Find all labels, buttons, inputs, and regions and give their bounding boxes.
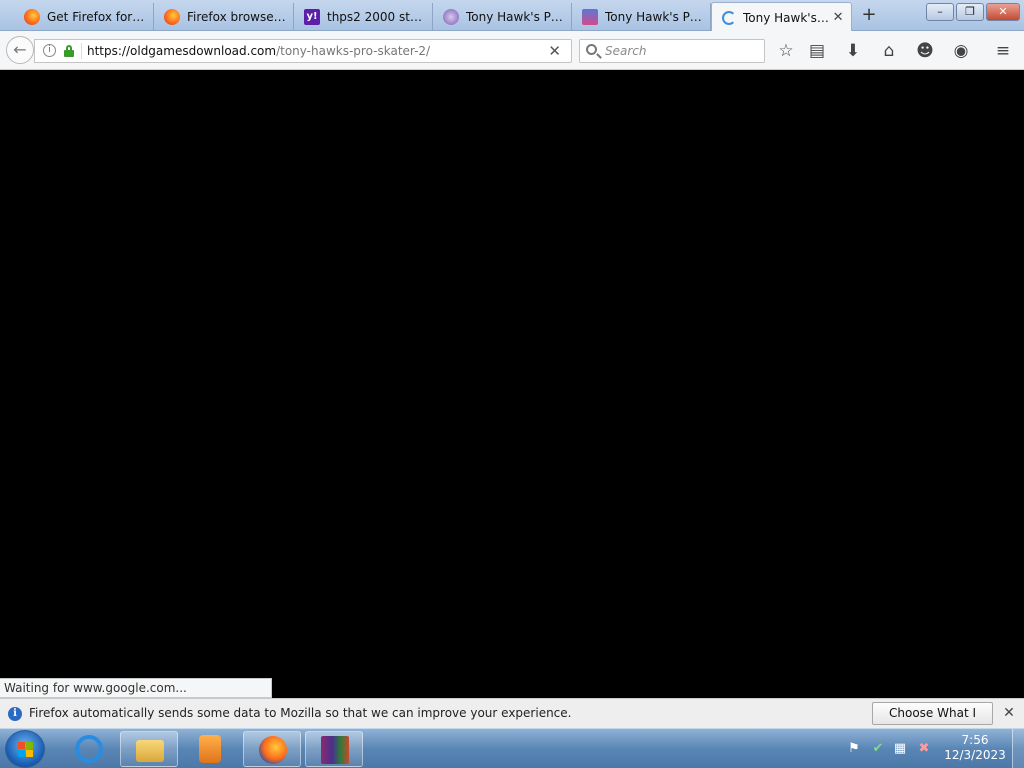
tab-5[interactable]: Tony Hawk's Pro...	[572, 3, 711, 31]
downloads-button[interactable]: ⬇	[840, 38, 866, 64]
start-button[interactable]	[5, 730, 45, 768]
tab-title: Get Firefox for de...	[47, 10, 147, 24]
status-panel: Waiting for www.google.com...	[0, 678, 272, 698]
taskbar-windows-explorer[interactable]	[120, 731, 178, 767]
show-desktop-button[interactable]	[1012, 729, 1024, 768]
minimize-button[interactable]: –	[926, 3, 954, 21]
close-tab-icon[interactable]: ✕	[831, 10, 845, 25]
loading-spinner-icon	[722, 10, 736, 25]
site-info-icon[interactable]: i	[43, 44, 56, 57]
close-notification-icon[interactable]: ✕	[1001, 705, 1017, 721]
new-tab-button[interactable]: +	[859, 5, 879, 25]
windows-logo-icon	[18, 742, 34, 758]
url-text[interactable]: https://oldgamesdownload.com/tony-hawks-…	[87, 44, 430, 58]
taskbar-internet-explorer[interactable]	[60, 731, 118, 767]
pocket-button[interactable]: ◉	[948, 38, 974, 64]
internet-explorer-icon	[75, 735, 103, 763]
tab-title: thps2 2000 stea...	[327, 10, 426, 24]
url-path: /tony-hawks-pro-skater-2/	[276, 44, 431, 58]
tab-1[interactable]: Get Firefox for de...	[14, 3, 154, 31]
game-icon	[582, 9, 598, 25]
windows-explorer-icon	[136, 740, 164, 762]
firefox-icon	[164, 9, 180, 25]
firefox-icon	[259, 736, 287, 764]
system-clock[interactable]: 7:56 12/3/2023	[944, 733, 1006, 763]
action-center-flag-icon[interactable]: ⚑	[846, 741, 862, 757]
system-tray: ⚑ ✔ ▦ ✖	[840, 737, 940, 761]
search-placeholder: Search	[605, 44, 647, 58]
tab-2[interactable]: Firefox browser f...	[154, 3, 294, 31]
bookmark-star-button[interactable]: ☆	[773, 38, 799, 64]
taskbar: ⚑ ✔ ▦ ✖ 7:56 12/3/2023	[0, 728, 1024, 768]
page-content[interactable]	[0, 71, 1024, 698]
tab-4[interactable]: Tony Hawk's Pro...	[433, 3, 572, 31]
yahoo-icon: y!	[304, 9, 320, 25]
firefox-icon	[24, 9, 40, 25]
lock-icon[interactable]	[64, 45, 74, 57]
tab-title: Tony Hawk's Pro...	[605, 10, 704, 24]
search-icon	[586, 44, 597, 55]
divider	[81, 43, 82, 59]
taskbar-media-player[interactable]	[181, 731, 239, 767]
tab-3[interactable]: y! thps2 2000 stea...	[294, 3, 433, 31]
site-icon	[443, 9, 459, 25]
choose-what-i-share-button[interactable]: Choose What I Share	[872, 702, 993, 741]
hello-button[interactable]: ☻	[912, 38, 938, 64]
tab-strip: Get Firefox for de... Firefox browser f.…	[0, 0, 1024, 32]
taskbar-firefox[interactable]	[243, 731, 301, 767]
info-icon: i	[8, 707, 22, 721]
tab-title: Tony Hawk's Pro...	[466, 10, 565, 24]
close-window-button[interactable]: ✕	[986, 3, 1020, 21]
navigation-toolbar: ← i https://oldgamesdownload.com/tony-ha…	[0, 31, 1024, 70]
back-button[interactable]: ←	[6, 36, 34, 64]
restore-button[interactable]: ❐	[956, 3, 984, 21]
clock-time: 7:56	[961, 733, 989, 747]
taskbar-winrar[interactable]	[305, 731, 363, 767]
search-box[interactable]: Search	[579, 39, 765, 63]
url-bar[interactable]: i https://oldgamesdownload.com/tony-hawk…	[34, 39, 572, 63]
tab-6-active[interactable]: Tony Hawk's ... ✕	[711, 2, 852, 32]
tab-title: Tony Hawk's ...	[743, 10, 832, 25]
stop-loading-button[interactable]: ✕	[548, 42, 561, 60]
notification-bar: i Firefox automatically sends some data …	[0, 698, 1024, 741]
reading-list-button[interactable]: ▤	[804, 38, 830, 64]
security-icon[interactable]: ✔	[870, 741, 886, 757]
network-icon[interactable]: ▦	[892, 741, 908, 757]
menu-button[interactable]: ≡	[990, 38, 1016, 64]
winrar-icon	[321, 736, 349, 764]
home-button[interactable]: ⌂	[876, 38, 902, 64]
clock-date: 12/3/2023	[944, 748, 1006, 762]
tab-title: Firefox browser f...	[187, 10, 287, 24]
media-player-icon	[199, 735, 221, 763]
notification-message: Firefox automatically sends some data to…	[29, 706, 572, 720]
url-domain: https://oldgamesdownload.com	[87, 44, 277, 58]
volume-muted-icon[interactable]: ✖	[916, 741, 932, 757]
